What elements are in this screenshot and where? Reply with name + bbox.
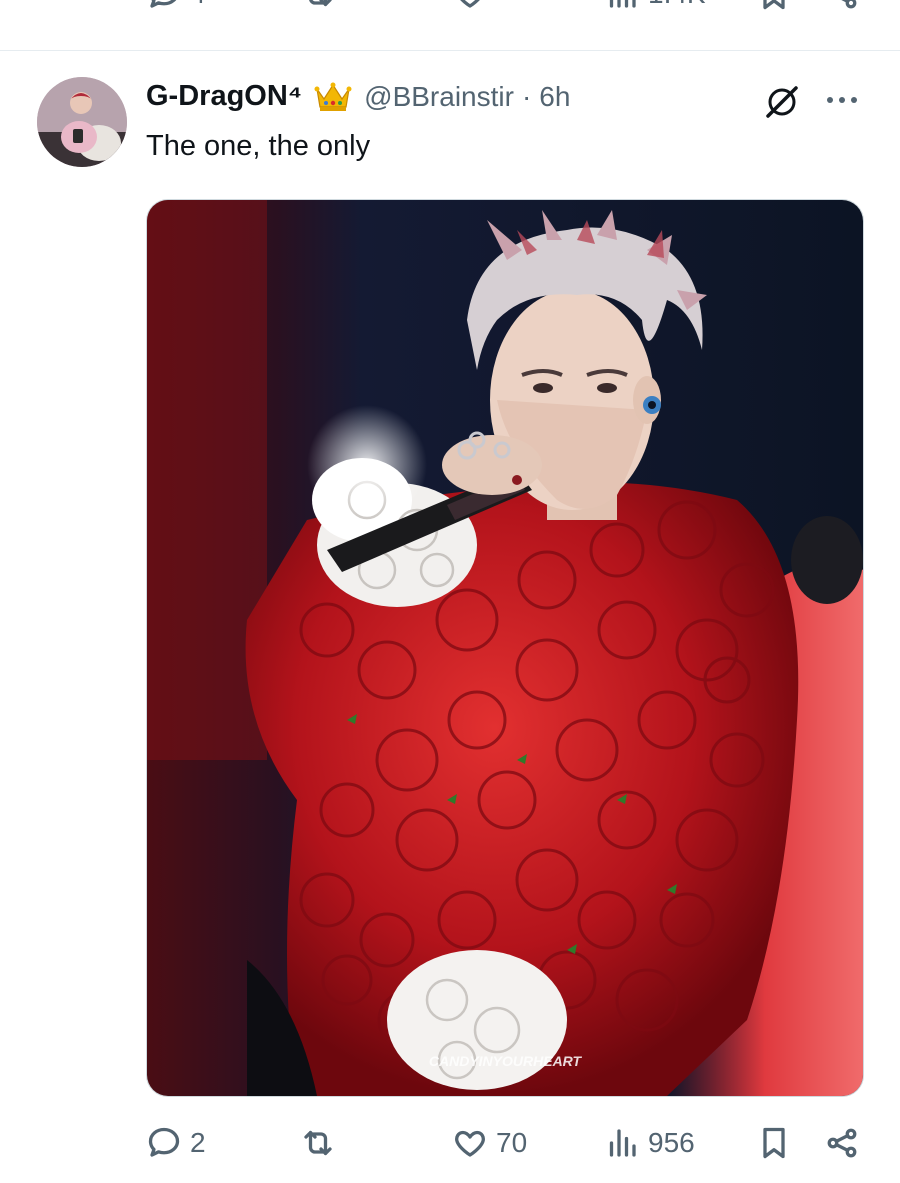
tweet-text: The one, the only (146, 130, 371, 162)
reply-icon (150, 0, 177, 8)
reply-count: 2 (190, 1127, 206, 1158)
avatar-image (37, 77, 127, 167)
tweet-media[interactable]: CANDYINYOURHEART (146, 199, 864, 1097)
prev-share-button[interactable] (824, 0, 860, 12)
tweet-divider (0, 50, 900, 51)
retweet-icon (304, 1130, 332, 1156)
crown-icon (314, 82, 352, 111)
prev-like-button[interactable] (452, 0, 488, 12)
previous-tweet-action-bar: 4 1.4K (0, 0, 900, 26)
grok-icon[interactable] (762, 82, 802, 122)
prev-views-count: 1.4K (648, 0, 706, 10)
reply-button[interactable]: 2 (146, 1125, 206, 1161)
display-name[interactable]: G-DragON⁴ (146, 80, 302, 113)
prev-reply-count: 4 (190, 0, 206, 10)
timestamp[interactable]: 6h (539, 81, 570, 113)
like-count: 70 (496, 1127, 528, 1158)
avatar[interactable] (37, 77, 127, 167)
user-handle[interactable]: @BBrainstir (364, 81, 514, 113)
prev-retweet-button[interactable] (300, 0, 336, 12)
more-options-icon[interactable] (822, 84, 862, 116)
bookmark-icon (763, 0, 785, 10)
bookmark-icon (763, 1127, 785, 1159)
heart-icon (455, 1130, 485, 1157)
heart-icon (460, 0, 480, 8)
retweet-icon (309, 0, 332, 7)
reply-icon (148, 1127, 180, 1157)
tweet-action-bar: 2 70 956 (0, 1118, 900, 1168)
views-icon (609, 0, 636, 8)
share-icon (827, 1128, 857, 1158)
tweet-header: G-DragON⁴ @BBrainstir · 6h (146, 80, 570, 113)
prev-bookmark-button[interactable] (756, 0, 792, 12)
bookmark-button[interactable] (756, 1125, 792, 1161)
prev-reply-button[interactable]: 4 (146, 0, 206, 12)
prev-views-button[interactable]: 1.4K (604, 0, 706, 12)
media-photo: CANDYINYOURHEART (147, 200, 863, 1096)
share-icon (841, 0, 857, 9)
views-button[interactable]: 956 (604, 1125, 695, 1161)
views-icon (609, 1129, 636, 1157)
media-watermark: CANDYINYOURHEART (429, 1053, 583, 1069)
share-button[interactable] (824, 1125, 860, 1161)
retweet-button[interactable] (300, 1125, 344, 1161)
like-button[interactable]: 70 (452, 1125, 527, 1161)
views-count: 956 (648, 1127, 695, 1158)
meta-separator: · (521, 80, 532, 112)
